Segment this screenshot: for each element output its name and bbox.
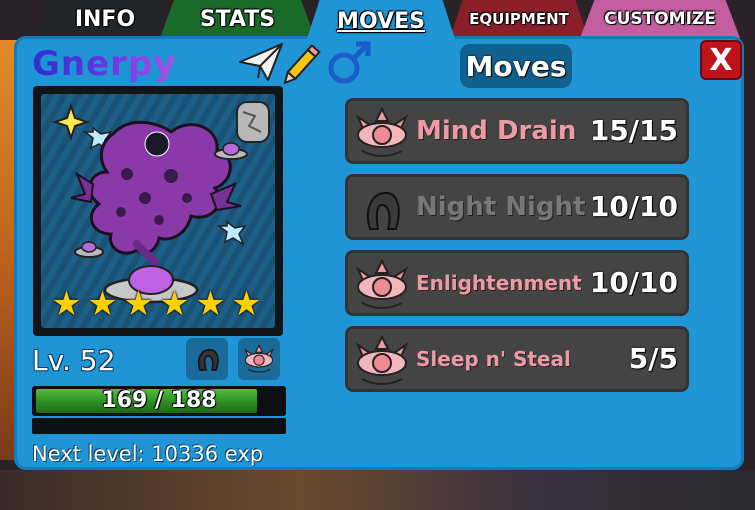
star-icon: ★ xyxy=(195,284,226,324)
move-pp: 10/10 xyxy=(589,190,678,223)
tab-stats-label: STATS xyxy=(199,6,276,32)
dark-claw-icon xyxy=(367,191,400,230)
star-icon: ★ xyxy=(51,284,82,324)
move-slot-1[interactable]: Mind Drain 15/15 xyxy=(345,98,689,164)
edit-icons xyxy=(238,40,378,86)
psychic-eye-icon xyxy=(244,344,274,373)
star-icon: ★ xyxy=(123,284,154,324)
tab-customize[interactable]: CUSTOMIZE xyxy=(580,0,740,38)
tab-info[interactable]: INFO xyxy=(36,0,174,38)
star-icon: ★ xyxy=(87,284,118,324)
paper-plane-icon[interactable] xyxy=(238,40,284,84)
psychic-eye-icon xyxy=(355,335,409,385)
move-pp: 10/10 xyxy=(589,266,678,299)
close-button[interactable]: X xyxy=(700,40,742,80)
psychic-eye-icon xyxy=(355,259,409,309)
exp-bar xyxy=(32,418,286,434)
tab-moves[interactable]: MOVES xyxy=(306,0,456,42)
next-level-text: Next level: 10336 exp xyxy=(32,442,264,466)
move-pp: 15/15 xyxy=(589,114,678,147)
level-label: Lv. 52 xyxy=(32,344,116,377)
move-name: Mind Drain xyxy=(416,116,577,146)
star-icon: ★ xyxy=(231,284,262,324)
star-rating: ★ ★ ★ ★ ★ ★ xyxy=(50,284,270,324)
tab-equipment-label: EQUIPMENT xyxy=(469,10,569,28)
move-slot-3[interactable]: Enlightenment 10/10 xyxy=(345,250,689,316)
pencil-icon[interactable] xyxy=(282,40,328,84)
hp-bar: 169 / 188 xyxy=(32,386,286,416)
star-icon: ★ xyxy=(159,284,190,324)
type-badge-dark xyxy=(186,338,228,380)
move-name: Enlightenment xyxy=(416,271,582,295)
tab-equipment[interactable]: EQUIPMENT xyxy=(450,0,588,38)
move-slot-2[interactable]: Night Night 10/10 xyxy=(345,174,689,240)
creature-name: Gnerpy xyxy=(32,44,177,84)
moves-heading: Moves xyxy=(460,44,572,88)
move-pp: 5/5 xyxy=(628,342,678,375)
type-badge-psychic xyxy=(238,338,280,380)
male-gender-icon xyxy=(328,41,371,84)
tab-stats[interactable]: STATS xyxy=(160,0,315,38)
psychic-eye-icon xyxy=(355,107,409,157)
tab-customize-label: CUSTOMIZE xyxy=(604,9,716,29)
move-name: Night Night xyxy=(416,192,586,222)
dark-claw-icon xyxy=(198,349,219,371)
move-name: Sleep n' Steal xyxy=(416,347,571,371)
background-bottom xyxy=(0,470,755,510)
tab-moves-label: MOVES xyxy=(337,8,425,34)
hp-text: 169 / 188 xyxy=(101,388,217,413)
move-slot-4[interactable]: Sleep n' Steal 5/5 xyxy=(345,326,689,392)
tab-info-label: INFO xyxy=(74,6,136,32)
